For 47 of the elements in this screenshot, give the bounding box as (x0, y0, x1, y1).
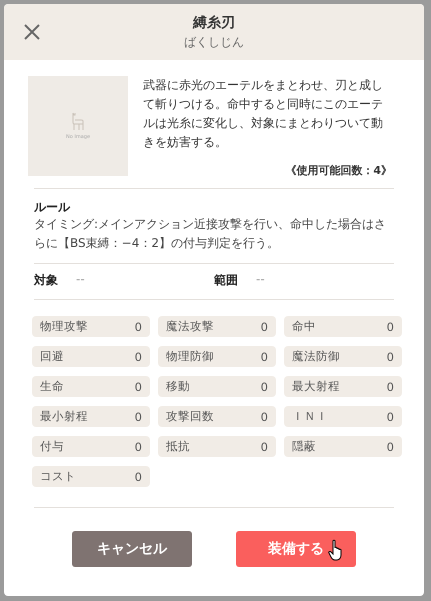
stat-value: 0 (386, 380, 394, 394)
llama-icon (70, 112, 86, 132)
stat-value: 0 (260, 440, 268, 454)
stat-label: 物理防御 (166, 349, 214, 364)
stat-value: 0 (260, 380, 268, 394)
stat-label: 魔法攻撃 (166, 319, 214, 334)
stat-value: 0 (386, 410, 394, 424)
stat-label: 最大射程 (292, 379, 340, 394)
stat-value: 0 (386, 440, 394, 454)
stat-label: 物理攻撃 (40, 319, 88, 334)
stat-label: 移動 (166, 379, 190, 394)
field-label: 範囲 (214, 272, 238, 289)
equip-button[interactable]: 装備する (236, 531, 356, 567)
rule-text: タイミング:メインアクション近接攻撃を行い、命中した場合はさらに【BS束縛：−4：2】の付与判定を行う。 (34, 216, 388, 252)
stat-label: 付与 (40, 439, 64, 454)
description-text: 武器に赤光のエーテルをまとわせ、刃と成して斬りつける。命中すると同時にこのエーテルは光糸に変化し、対象にまとわりついて動きを妨害する。 (143, 77, 384, 151)
close-button[interactable] (24, 24, 40, 40)
stat-value: 0 (134, 470, 142, 484)
stat-label: 攻撃回数 (166, 409, 214, 424)
stat-label: 魔法防御 (292, 349, 340, 364)
stat-label: ＩＮＩ (292, 409, 328, 424)
field-value: -- (256, 272, 265, 288)
stat-value: 0 (134, 410, 142, 424)
stat-label: 隠蔽 (292, 439, 316, 454)
stat-label: 命中 (292, 319, 316, 334)
cancel-button[interactable]: キャンセル (72, 531, 192, 567)
stat-value: 0 (260, 350, 268, 364)
stat-label: 回避 (40, 349, 64, 364)
stat-value: 0 (134, 440, 142, 454)
stat-label: コスト (40, 469, 76, 484)
stat-value: 0 (134, 380, 142, 394)
hand-cursor-icon (328, 539, 344, 561)
stat-label: 抵抗 (166, 439, 190, 454)
stat-value: 0 (134, 320, 142, 334)
dialog-title: 縛糸刃 (193, 14, 235, 32)
stat-label: 生命 (40, 379, 64, 394)
stat-value: 0 (260, 320, 268, 334)
stat-value: 0 (386, 320, 394, 334)
rule-heading: ルール (34, 199, 72, 215)
field-value: -- (76, 272, 85, 288)
field-label: 対象 (34, 272, 58, 289)
title-reading: ばくしじん (184, 34, 244, 50)
stat-value: 0 (134, 350, 142, 364)
stat-value: 0 (386, 350, 394, 364)
uses-count: 《使用可能回数：4》 (284, 163, 392, 178)
stat-label: 最小射程 (40, 409, 88, 424)
stat-value: 0 (260, 410, 268, 424)
